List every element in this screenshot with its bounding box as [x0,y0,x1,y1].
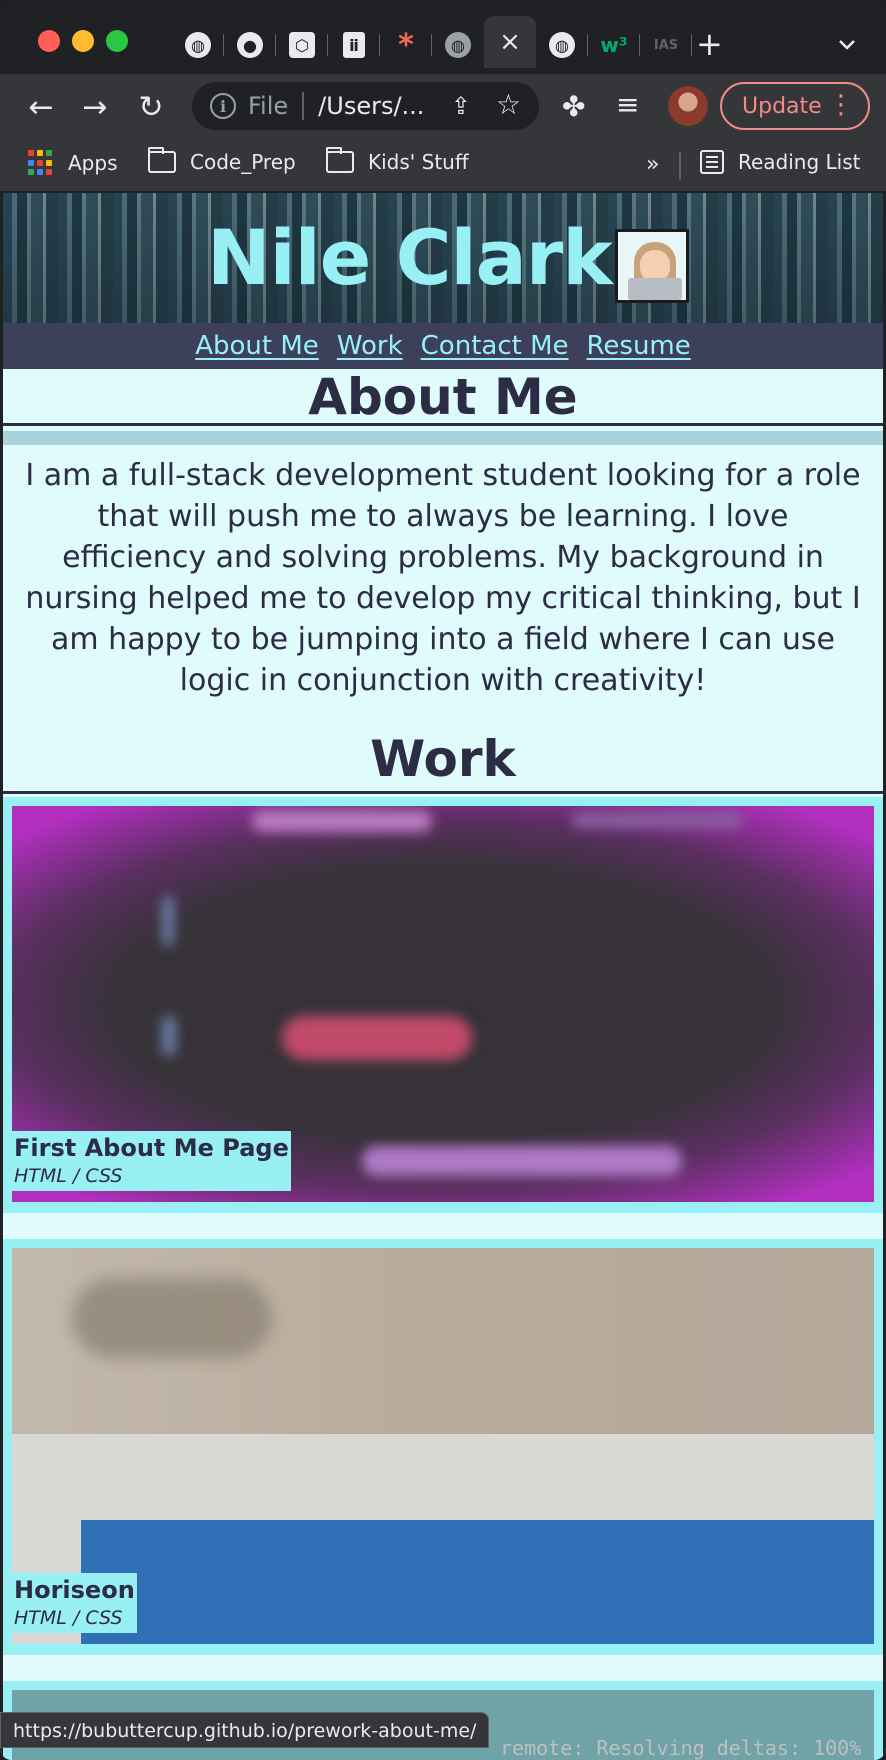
profile-avatar[interactable] [668,86,708,126]
project-tech: HTML / CSS [14,1607,123,1629]
apps-grid-icon [28,150,54,176]
address-bar[interactable]: i File /Users/... ⇪ ☆ [192,82,539,130]
address-url[interactable]: /Users/... [318,92,424,120]
close-tab-icon[interactable]: × [499,27,521,57]
tab-5[interactable]: * [380,22,432,68]
reading-list-label: Reading List [738,150,861,174]
browser-toolbar: ← → ↻ i File /Users/... ⇪ ☆ ✤ ≡ Update ⋮ [0,74,886,140]
close-window-button[interactable] [38,30,60,52]
site-nav: About Me Work Contact Me Resume [3,323,883,369]
project-title: Horiseon [14,1576,135,1604]
project-label: First About Me Page HTML / CSS [12,1131,291,1191]
reading-list-icon [700,150,724,174]
project-tech: HTML / CSS [14,1165,123,1187]
github-icon: ● [237,32,263,58]
codepen-icon: ⬡ [289,32,315,58]
globe-icon: ◍ [445,32,471,58]
bookmark-label: Code_Prep [190,150,296,174]
status-bar-url: https://bubuttercup.github.io/prework-ab… [0,1712,490,1748]
reading-list-button[interactable]: Reading List [700,150,861,174]
maximize-window-button[interactable] [106,30,128,52]
nav-link-resume[interactable]: Resume [587,331,691,361]
work-heading: Work [370,730,516,788]
update-label: Update [742,93,822,119]
globe-icon: ◍ [549,32,575,58]
tab-8[interactable]: ◍ [536,22,588,68]
address-scheme: File [248,92,289,120]
more-menu-icon[interactable]: ⋮ [828,90,854,120]
forward-icon[interactable]: → [76,88,114,126]
nav-link-contact-me[interactable]: Contact Me [421,331,569,361]
site-title: Nile Clark [207,213,613,302]
chevron-down-icon[interactable] [836,34,858,56]
bookmark-label: Apps [68,151,118,175]
about-heading: About Me [308,368,578,426]
tab-3[interactable]: ⬡ [276,22,328,68]
tab-4[interactable]: ⅱ [328,22,380,68]
project-card-horiseon[interactable]: Horiseon HTML / CSS [3,1239,883,1655]
hero-banner: Nile Clark [3,193,883,323]
minimize-window-button[interactable] [72,30,94,52]
bookmarks-bar: Apps Code_Prep Kids' Stuff » Reading Lis… [0,140,886,192]
bookmark-apps[interactable]: Apps [28,150,118,176]
extensions-icon[interactable]: ✤ [562,90,585,123]
media-control-icon[interactable]: ≡ [616,88,639,121]
profile-avatar-image [615,229,689,303]
bookmark-label: Kids' Stuff [368,150,469,174]
folder-icon [326,147,354,173]
bookmark-kids-stuff[interactable]: Kids' Stuff [326,147,469,174]
globe-icon: ◍ [185,32,211,58]
background-terminal-text: remote: Resolving deltas: 100% [500,1736,862,1760]
doc-icon: ⅱ [343,32,365,58]
tab-list: ◍ ● ⬡ ⅱ * ◍ × ◍ w³ IAS [172,16,692,68]
update-button[interactable]: Update ⋮ [720,82,870,130]
about-paragraph: I am a full-stack development student lo… [25,458,861,698]
divider [3,423,883,426]
asterisk-icon: * [398,27,414,63]
tab-2[interactable]: ● [224,22,276,68]
bookmark-star-icon[interactable]: ☆ [496,88,521,121]
reload-icon[interactable]: ↻ [132,88,170,126]
tab-active[interactable]: × [484,16,536,68]
tab-6[interactable]: ◍ [432,22,484,68]
web-page: Nile Clark About Me Work Contact Me Resu… [0,193,886,1760]
project-title: First About Me Page [14,1134,289,1162]
browser-window: ◍ ● ⬡ ⅱ * ◍ × ◍ w³ IAS + ← → ↻ i File /U… [0,0,886,1760]
divider-band [3,431,883,445]
folder-icon [148,147,176,173]
new-tab-button[interactable]: + [696,28,723,60]
divider [3,791,883,794]
info-icon[interactable]: i [210,93,236,119]
project-screenshot[interactable] [12,1248,874,1644]
back-icon[interactable]: ← [22,88,60,126]
nav-link-work[interactable]: Work [337,331,403,361]
bookmarks-overflow-button[interactable]: » [646,152,659,177]
tab-strip: ◍ ● ⬡ ⅱ * ◍ × ◍ w³ IAS + [0,0,886,74]
w3-icon: w³ [600,33,628,57]
bookmarks-divider [679,152,681,180]
share-icon[interactable]: ⇪ [451,92,471,120]
tab-10[interactable]: IAS [640,22,692,68]
tab-9[interactable]: w³ [588,22,640,68]
project-card-first-about-me[interactable]: First About Me Page HTML / CSS [3,797,883,1213]
project-label: Horiseon HTML / CSS [12,1573,137,1633]
nav-link-about-me[interactable]: About Me [195,331,319,361]
bookmark-code-prep[interactable]: Code_Prep [148,147,296,174]
address-divider [302,92,305,120]
ias-icon: IAS [653,37,679,53]
tab-1[interactable]: ◍ [172,22,224,68]
